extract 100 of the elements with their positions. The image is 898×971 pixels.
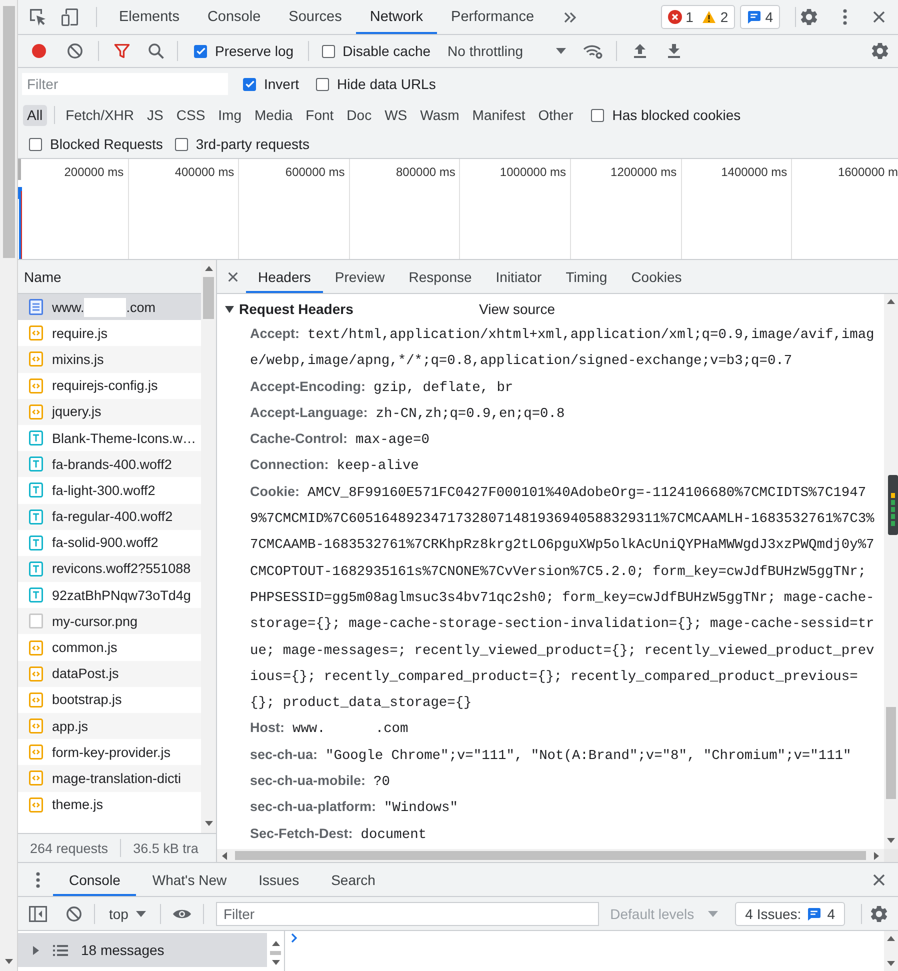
wifi-gear-icon[interactable] [583, 43, 604, 59]
request-row[interactable]: fa-regular-400.woff2 [18, 504, 201, 530]
checkbox[interactable] [174, 138, 188, 150]
request-row[interactable]: jquery.js [18, 398, 201, 425]
download-icon[interactable] [667, 43, 682, 59]
checkbox-label[interactable]: Has blocked cookies [612, 107, 741, 123]
type-filter-button[interactable]: Fetch/XHR [62, 104, 138, 126]
column-header[interactable]: Name [18, 260, 201, 294]
detail-tab[interactable]: Cookies [619, 260, 694, 293]
request-row[interactable]: dataPost.js [18, 660, 201, 687]
checkbox-label[interactable]: 3rd-party requests [196, 136, 310, 152]
type-filter-button[interactable]: Font [302, 104, 338, 126]
panel-tab[interactable]: Sources [274, 0, 356, 34]
close-icon[interactable] [873, 874, 885, 886]
detail-tab[interactable]: Preview [322, 260, 397, 293]
clear-icon[interactable] [67, 43, 83, 59]
type-filter-button[interactable]: Manifest [468, 104, 530, 126]
scrollbar-thumb[interactable] [270, 951, 281, 955]
upload-icon[interactable] [633, 43, 648, 59]
scroll-down-arrow-icon[interactable] [204, 821, 212, 826]
scrollbar-thumb[interactable] [886, 707, 896, 799]
panel-tab[interactable]: Network [356, 0, 438, 34]
drawer-tab[interactable]: Console [53, 863, 136, 896]
scrollbar[interactable] [201, 260, 216, 833]
scroll-down-arrow-icon[interactable] [887, 838, 895, 843]
filter-icon[interactable] [114, 43, 130, 59]
request-row[interactable]: my-cursor.png [18, 608, 201, 634]
double-chevron-icon[interactable] [564, 12, 576, 22]
context-dropdown[interactable]: top [109, 906, 146, 922]
detail-tab[interactable]: Timing [554, 260, 620, 293]
scrollbar-thumb[interactable] [203, 277, 214, 319]
scroll-down-arrow-icon[interactable] [4, 959, 12, 964]
throttling-dropdown[interactable]: No throttling [448, 43, 566, 59]
detail-tab[interactable]: Response [396, 260, 484, 293]
scrollbar-thumb[interactable] [2, 6, 14, 258]
settings-icon[interactable] [801, 9, 817, 25]
eye-icon[interactable] [172, 908, 192, 920]
page-scrollbar[interactable] [0, 0, 18, 971]
close-icon[interactable] [228, 272, 238, 282]
checkbox[interactable] [322, 44, 335, 58]
search-icon[interactable] [148, 43, 164, 59]
scrollbar[interactable] [884, 294, 898, 849]
checkbox-label[interactable]: Invert [264, 76, 300, 92]
scrollbar[interactable] [884, 931, 898, 971]
scroll-up-arrow-icon[interactable] [887, 299, 895, 304]
section-title[interactable]: Request Headers [239, 301, 479, 317]
scroll-up-arrow-icon[interactable] [272, 941, 280, 946]
panel-tab[interactable]: Elements [105, 0, 194, 34]
type-filter-button[interactable]: Wasm [416, 104, 464, 126]
device-toolbar-icon[interactable] [61, 8, 79, 26]
checkbox-label[interactable]: Hide data URLs [337, 76, 436, 92]
messages-row[interactable]: 18 messages [18, 933, 267, 967]
request-row[interactable]: mage-translation-dicti [18, 765, 201, 792]
settings-icon[interactable] [872, 43, 888, 59]
checkbox[interactable] [591, 108, 604, 122]
filter-input[interactable]: Filter [22, 73, 228, 95]
settings-icon[interactable] [871, 906, 887, 922]
type-filter-button[interactable]: Other [534, 104, 578, 126]
horizontal-scrollbar[interactable] [217, 849, 884, 862]
request-row[interactable]: mixins.js [18, 346, 201, 373]
view-source-link[interactable]: View source [479, 301, 556, 317]
scrollbar-thumb[interactable] [235, 851, 866, 860]
checkbox[interactable] [194, 44, 207, 58]
errors-warnings-button[interactable]: 1 2 [660, 5, 736, 29]
inspect-icon[interactable] [29, 8, 47, 26]
checkbox[interactable] [29, 138, 42, 150]
more-options-icon[interactable] [36, 872, 40, 888]
record-button-icon[interactable] [29, 41, 49, 61]
issues-button[interactable]: 4 Issues: 4 [735, 902, 845, 926]
detail-tab[interactable]: Headers [246, 260, 323, 293]
detail-tab[interactable]: Initiator [484, 260, 554, 293]
type-filter-button[interactable]: WS [380, 104, 412, 126]
timeline-overview[interactable]: 200000 ms 400000 ms 600000 ms 800000 ms 1000000 ms 1200000 ms 1400000 ms 1600000 m [18, 159, 898, 260]
checkbox-label[interactable]: Disable cache [342, 43, 431, 59]
collapse-triangle-icon[interactable] [225, 306, 234, 312]
console-filter-input[interactable]: Filter [216, 902, 600, 926]
expand-triangle-icon[interactable] [33, 946, 39, 954]
scroll-right-arrow-icon[interactable] [874, 852, 879, 860]
drawer-tab[interactable]: What's New [136, 863, 243, 896]
type-filter-button[interactable]: Media [250, 104, 297, 126]
issues-button[interactable]: 4 [740, 5, 780, 29]
more-options-icon[interactable] [843, 9, 847, 25]
type-filter-button[interactable]: JS [143, 104, 168, 126]
checkbox-label[interactable]: Blocked Requests [50, 136, 163, 152]
checkbox[interactable] [243, 78, 256, 90]
request-row[interactable]: fa-brands-400.woff2 [18, 451, 201, 478]
scroll-up-arrow-icon[interactable] [204, 266, 212, 271]
scroll-left-arrow-icon[interactable] [222, 852, 227, 860]
type-filter-button[interactable]: Img [214, 104, 246, 126]
checkbox-label[interactable]: Preserve log [215, 43, 294, 59]
request-row[interactable]: www. .com [18, 294, 201, 320]
overview-handle[interactable] [18, 159, 21, 180]
drawer-tab[interactable]: Search [315, 863, 392, 896]
scroll-down-arrow-icon[interactable] [272, 960, 280, 965]
sidebar-toggle-icon[interactable] [29, 906, 47, 922]
request-row[interactable]: revicons.woff2?551088 [18, 556, 201, 582]
checkbox[interactable] [316, 78, 330, 90]
panel-tab[interactable]: Performance [437, 0, 548, 34]
type-filter-button[interactable]: All [23, 104, 47, 126]
type-filter-button[interactable]: Doc [342, 104, 376, 126]
